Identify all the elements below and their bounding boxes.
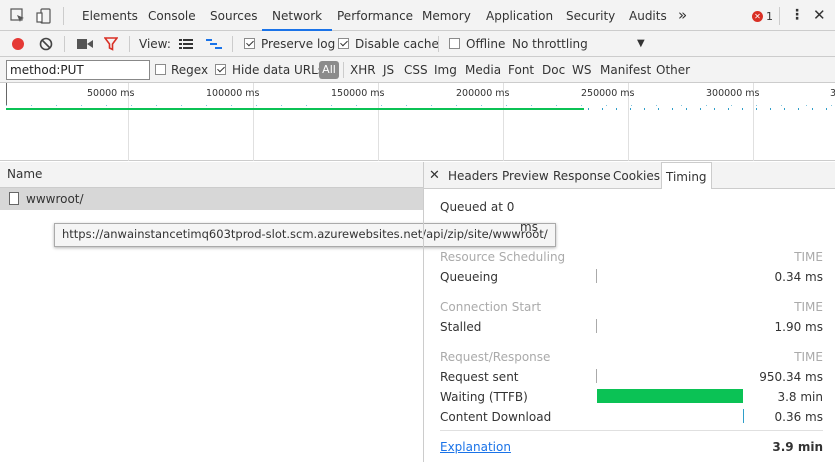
tab-response[interactable]: Response [553,162,611,190]
clear-icon[interactable] [38,36,54,52]
filter-type-media[interactable]: Media [465,57,501,83]
timing-label-waiting: Waiting (TTFB) [440,390,528,404]
overview-tick: 250000 ms [581,88,635,99]
offline-label[interactable]: Offline [466,31,505,57]
more-tabs-button[interactable]: » [678,0,687,31]
error-badge[interactable]: ✕ 1 [752,9,773,23]
section-request-response: Request/Response [440,350,551,364]
regex-label[interactable]: Regex [171,57,208,83]
time-header: TIME [794,250,823,264]
filter-type-doc[interactable]: Doc [542,57,565,83]
overview-tick: 150000 ms [331,88,385,99]
network-toolbar: View: Preserve log Disable cache Offline… [0,31,835,57]
tab-preview[interactable]: Preview [502,162,549,190]
capture-screenshots-icon[interactable] [76,36,94,52]
time-header: TIME [794,350,823,364]
filter-type-xhr[interactable]: XHR [350,57,376,83]
section-connection-start: Connection Start [440,300,542,314]
error-count: 1 [766,9,773,23]
filter-bar: Regex Hide data URLs All XHR JS CSS Img … [0,57,835,83]
devtools-tabbar: Elements Console Sources Network Perform… [0,0,835,31]
overview-request-dots [588,108,835,110]
tab-timing[interactable]: Timing [661,162,712,189]
timing-label-queueing: Queueing [440,270,498,284]
tab-memory[interactable]: Memory [422,0,471,31]
filter-type-img[interactable]: Img [434,57,457,83]
document-file-icon [9,192,19,205]
throttling-select[interactable]: No throttling [512,31,588,57]
hide-data-urls-label[interactable]: Hide data URLs [232,57,324,83]
view-label: View: [139,37,171,51]
tab-application[interactable]: Application [486,0,553,31]
preserve-log-label[interactable]: Preserve log [261,31,335,57]
tab-network[interactable]: Network [262,0,333,31]
overview-tick: 200000 ms [456,88,510,99]
inspect-element-icon[interactable] [8,6,28,26]
filter-type-other[interactable]: Other [656,57,690,83]
timing-value-content-download: 0.36 ms [774,410,823,424]
overview-tick: 50000 ms [87,88,135,99]
large-rows-icon[interactable] [178,37,194,51]
section-resource-scheduling: Resource Scheduling [440,250,566,264]
offline-checkbox[interactable] [449,38,460,49]
timing-value-stalled: 1.90 ms [774,320,823,334]
tab-audits[interactable]: Audits [629,0,667,31]
disable-cache-label[interactable]: Disable cache [355,31,439,57]
filter-type-js[interactable]: JS [383,57,394,83]
filter-type-manifest[interactable]: Manifest [600,57,651,83]
timing-value-waiting: 3.8 min [777,390,823,404]
tab-headers[interactable]: Headers [448,162,498,190]
record-icon[interactable] [10,36,26,52]
tab-sources[interactable]: Sources [210,0,257,31]
filter-input[interactable] [6,60,150,80]
download-bar [743,409,744,423]
tab-cookies[interactable]: Cookies [613,162,660,190]
overview-tick: 300000 ms [706,88,760,99]
tab-performance[interactable]: Performance [337,0,413,31]
filter-type-ws[interactable]: WS [572,57,591,83]
timing-total: 3.9 min [772,440,823,454]
throttling-dropdown-icon[interactable]: ▼ [637,31,645,57]
overview-tick: 3 [830,88,835,99]
started-at-partial: ms [520,220,538,234]
detail-tabbar: ✕ Headers Preview Response Cookies Timin… [424,162,835,189]
hide-data-urls-checkbox[interactable] [215,64,226,75]
timing-value-request-sent: 950.34 ms [759,370,823,384]
filter-icon[interactable] [103,36,119,52]
tab-elements[interactable]: Elements [82,0,138,31]
timing-value-queueing: 0.34 ms [774,270,823,284]
device-toolbar-icon[interactable] [34,6,54,26]
filter-type-css[interactable]: CSS [404,57,428,83]
disable-cache-checkbox[interactable] [338,38,349,49]
waterfall-overview-icon[interactable] [205,37,223,51]
error-icon: ✕ [752,10,763,22]
name-header-label: Name [7,167,43,181]
regex-checkbox[interactable] [155,64,166,75]
request-name: wwwroot/ [26,192,84,206]
close-detail-icon[interactable]: ✕ [429,162,440,190]
timing-label-request-sent: Request sent [440,370,519,384]
timing-label-stalled: Stalled [440,320,482,334]
tab-security[interactable]: Security [566,0,615,31]
time-header: TIME [794,300,823,314]
ttfb-bar [597,389,743,403]
queued-at: Queued at 0 [440,200,515,214]
explanation-link[interactable]: Explanation [440,440,511,454]
preserve-log-checkbox[interactable] [244,38,255,49]
table-row[interactable]: wwwroot/ [0,188,423,210]
close-devtools-icon[interactable]: ✕ [813,0,826,31]
name-column-header[interactable]: Name [0,162,423,188]
overview-request-bar [6,108,584,110]
filter-type-all[interactable]: All [319,61,339,79]
request-url-tooltip: https://anwainstancetimq603tprod-slot.sc… [54,223,556,247]
filter-type-font[interactable]: Font [508,57,534,83]
tab-console[interactable]: Console [148,0,196,31]
overview-tick: 100000 ms [206,88,260,99]
timing-label-content-download: Content Download [440,410,552,424]
network-overview[interactable]: 50000 ms 100000 ms 150000 ms 200000 ms 2… [0,83,835,161]
menu-kebab-icon[interactable]: ⋮ [790,0,804,31]
